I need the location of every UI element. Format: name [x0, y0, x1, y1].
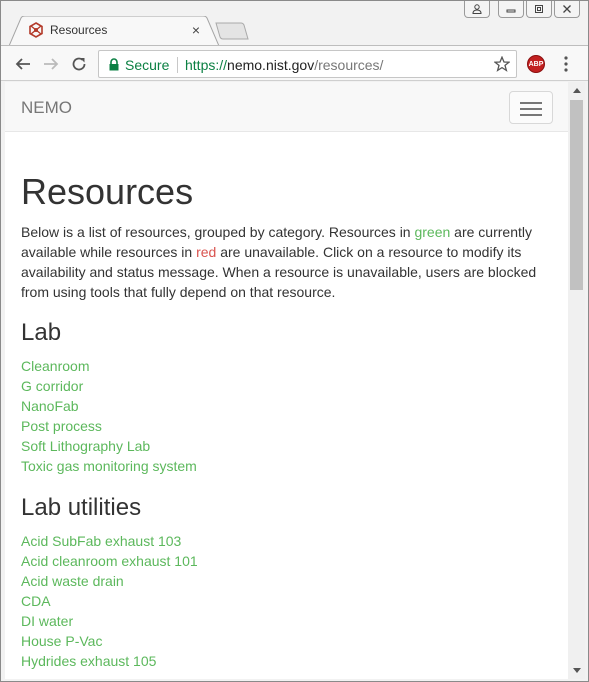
resource-link[interactable]: House P-Vac: [21, 631, 546, 651]
user-icon: [472, 4, 482, 14]
browser-window: Resources × Secure https://nemo.nist.gov…: [0, 0, 589, 682]
bookmark-star-icon[interactable]: [494, 56, 510, 72]
reload-button[interactable]: [68, 53, 90, 75]
category-heading-lab-utilities: Lab utilities: [21, 494, 142, 521]
nemo-favicon-icon: [29, 22, 43, 38]
browser-toolbar: Secure https://nemo.nist.gov/resources/ …: [1, 45, 588, 81]
resource-list-lab: Cleanroom G corridor NanoFab Post proces…: [21, 356, 546, 476]
resource-list-lab-utilities: Acid SubFab exhaust 103 Acid cleanroom e…: [21, 531, 546, 671]
minimize-icon: [506, 9, 516, 13]
resource-link[interactable]: Soft Lithography Lab: [21, 436, 546, 456]
close-window-button[interactable]: [554, 1, 580, 18]
lock-icon: [109, 58, 119, 71]
adblock-plus-icon[interactable]: ABP: [527, 55, 545, 73]
category-heading-lab: Lab: [21, 319, 62, 346]
back-button[interactable]: [12, 53, 34, 75]
resource-link[interactable]: Toxic gas monitoring system: [21, 456, 546, 476]
url-path: /resources/: [314, 57, 384, 73]
resource-link[interactable]: DI water: [21, 611, 546, 631]
omnibox-divider: [177, 57, 178, 73]
forward-button[interactable]: [40, 53, 62, 75]
restore-icon: [535, 5, 543, 13]
tab-close-icon[interactable]: ×: [189, 22, 203, 38]
intro-text-1: Below is a list of resources, grouped by…: [21, 224, 415, 240]
scrollbar-thumb[interactable]: [570, 100, 583, 290]
navbar-toggle-button[interactable]: [509, 91, 553, 124]
arrow-right-icon: [44, 58, 59, 70]
resource-link[interactable]: Acid SubFab exhaust 103: [21, 531, 546, 551]
resource-link[interactable]: NanoFab: [21, 396, 546, 416]
page-content: Resources Below is a list of resources, …: [21, 172, 546, 671]
resource-link[interactable]: Hydrides exhaust 105: [21, 651, 546, 671]
scroll-up-arrow-icon[interactable]: [568, 82, 585, 99]
profile-button[interactable]: [464, 1, 490, 18]
intro-red-word: red: [196, 244, 217, 260]
hamburger-icon-bar: [520, 114, 542, 116]
page-title: Resources: [21, 171, 194, 212]
restore-button[interactable]: [526, 1, 552, 18]
resource-link[interactable]: CDA: [21, 591, 546, 611]
new-tab-button[interactable]: [215, 22, 249, 40]
reload-icon: [72, 57, 86, 71]
resource-link[interactable]: G corridor: [21, 376, 546, 396]
browser-menu-icon[interactable]: [563, 56, 569, 72]
resource-link[interactable]: Acid waste drain: [21, 571, 546, 591]
url-scheme: https://: [185, 57, 228, 73]
scroll-down-arrow-icon[interactable]: [568, 662, 585, 679]
tab-title: Resources: [50, 23, 108, 37]
vertical-scrollbar[interactable]: [568, 82, 585, 679]
resource-link[interactable]: Cleanroom: [21, 356, 546, 376]
window-controls: [464, 1, 580, 19]
url-host: nemo.nist.gov: [227, 57, 315, 73]
url-text[interactable]: https://nemo.nist.gov/resources/: [185, 57, 383, 73]
arrow-left-icon: [15, 58, 30, 70]
minimize-button[interactable]: [498, 1, 524, 18]
intro-green-word: green: [414, 224, 451, 240]
tab-strip: Resources ×: [1, 1, 588, 46]
navbar-brand[interactable]: NEMO: [21, 98, 72, 118]
hamburger-icon-bar: [520, 108, 542, 110]
intro-paragraph: Below is a list of resources, grouped by…: [21, 222, 546, 302]
site-navbar: NEMO: [5, 82, 568, 132]
address-bar[interactable]: Secure https://nemo.nist.gov/resources/: [98, 50, 517, 78]
resource-link[interactable]: Acid cleanroom exhaust 101: [21, 551, 546, 571]
secure-label: Secure: [125, 57, 170, 73]
hamburger-icon-bar: [520, 102, 542, 104]
page-viewport: NEMO Resources Below is a list of resour…: [5, 82, 568, 679]
resource-link[interactable]: Post process: [21, 416, 546, 436]
close-icon: [563, 5, 571, 13]
